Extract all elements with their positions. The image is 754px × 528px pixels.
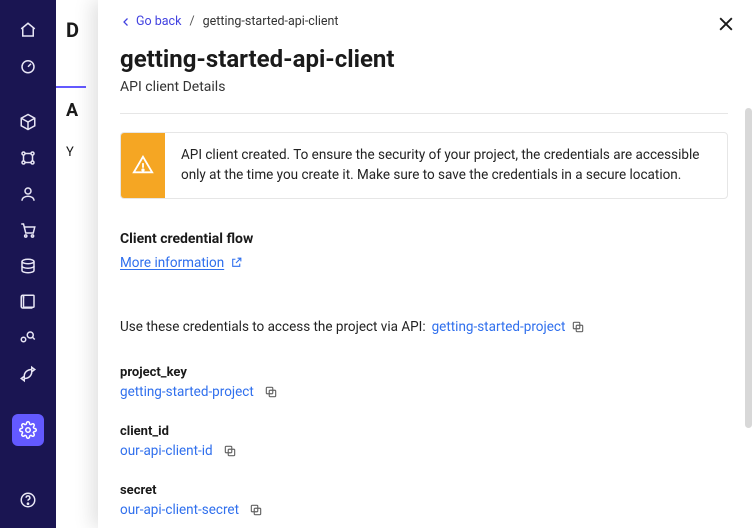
nav-search-icon[interactable]: [12, 322, 44, 354]
credential-client-id: client_id our-api-client-id: [120, 424, 728, 459]
copy-secret-icon[interactable]: [249, 503, 263, 517]
close-button[interactable]: [716, 14, 736, 34]
detail-panel: Go back / getting-started-api-client get…: [98, 0, 754, 528]
copy-client-id-icon[interactable]: [223, 444, 237, 458]
page-title: getting-started-api-client: [120, 45, 728, 73]
more-information-label: More information: [120, 255, 224, 271]
copy-project-key-icon[interactable]: [264, 385, 278, 399]
client-id-value[interactable]: our-api-client-id: [120, 443, 213, 459]
credential-secret: secret our-api-client-secret: [120, 483, 728, 518]
breadcrumb: Go back / getting-started-api-client: [120, 14, 728, 29]
breadcrumb-current: getting-started-api-client: [203, 14, 339, 29]
project-link-label: getting-started-project: [432, 319, 566, 335]
client-id-label: client_id: [120, 424, 728, 439]
scrollbar-thumb[interactable]: [745, 108, 752, 428]
nav-operations-icon[interactable]: [12, 358, 44, 390]
project-key-value[interactable]: getting-started-project: [120, 384, 254, 400]
nav-orders-icon[interactable]: [12, 214, 44, 246]
nav-home-icon[interactable]: [12, 14, 44, 46]
nav-content-icon[interactable]: [12, 286, 44, 318]
nav-customers-icon[interactable]: [12, 178, 44, 210]
project-link[interactable]: getting-started-project: [432, 319, 566, 335]
credential-project-key: project_key getting-started-project: [120, 365, 728, 400]
go-back-label: Go back: [136, 14, 181, 29]
project-key-label: project_key: [120, 365, 728, 380]
credentials-description: Use these credentials to access the proj…: [120, 319, 728, 335]
secret-label: secret: [120, 483, 728, 498]
secret-value[interactable]: our-api-client-secret: [120, 502, 239, 518]
nav-settings-icon[interactable]: [12, 414, 44, 446]
nav-discounts-icon[interactable]: [12, 250, 44, 282]
more-information-link[interactable]: More information: [120, 255, 243, 271]
go-back-link[interactable]: Go back: [120, 14, 181, 29]
nav-products-icon[interactable]: [12, 106, 44, 138]
breadcrumb-separator: /: [189, 14, 194, 29]
warning-message: API client created. To ensure the securi…: [165, 133, 727, 198]
divider: [120, 113, 728, 114]
copy-project-icon[interactable]: [571, 320, 585, 334]
credentials-description-text: Use these credentials to access the proj…: [120, 319, 426, 335]
warning-alert: API client created. To ensure the securi…: [120, 132, 728, 199]
flow-title: Client credential flow: [120, 231, 728, 247]
sidebar: [0, 0, 56, 528]
nav-dashboard-icon[interactable]: [12, 50, 44, 82]
warning-icon: [121, 133, 165, 198]
nav-help-icon[interactable]: [12, 484, 44, 516]
nav-categories-icon[interactable]: [12, 142, 44, 174]
page-subtitle: API client Details: [120, 79, 728, 95]
